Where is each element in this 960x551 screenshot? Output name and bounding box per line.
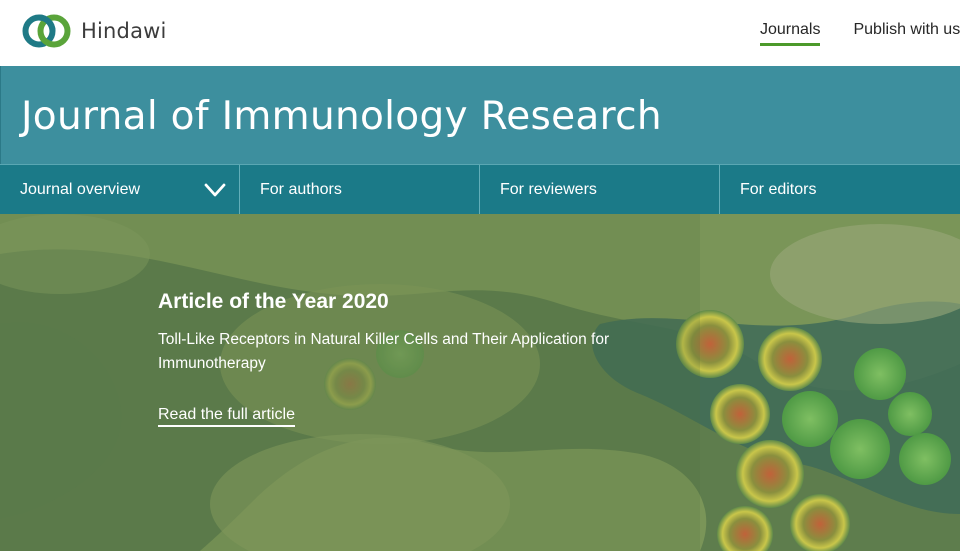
hero-heading: Article of the Year 2020: [158, 290, 389, 313]
journal-nav-overview-label: Journal overview: [20, 181, 141, 198]
journal-nav-overview[interactable]: Journal overview: [0, 165, 240, 214]
hero-article-title: Toll-Like Receptors in Natural Killer Ce…: [158, 331, 610, 372]
top-nav: Journals Publish with us: [760, 20, 960, 46]
journal-title[interactable]: Journal of Immunology Research: [21, 94, 662, 139]
hero-content: Article of the Year 2020 Toll-Like Recep…: [158, 290, 678, 427]
read-full-article-link[interactable]: Read the full article: [158, 406, 295, 427]
top-nav-journals[interactable]: Journals: [760, 20, 821, 46]
site-header: Hindawi Journals Publish with us: [0, 0, 960, 66]
journal-nav-authors[interactable]: For authors: [240, 165, 480, 214]
hindawi-logo[interactable]: Hindawi: [21, 11, 167, 51]
hindawi-rings-logo-icon: [22, 14, 71, 48]
top-nav-publish[interactable]: Publish with us: [853, 20, 960, 46]
chevron-down-icon: [204, 183, 226, 197]
journal-title-band: Journal of Immunology Research: [0, 66, 960, 164]
journal-nav-editors[interactable]: For editors: [720, 165, 960, 214]
brand-name: Hindawi: [81, 19, 167, 43]
hero-banner: Article of the Year 2020 Toll-Like Recep…: [0, 214, 960, 551]
journal-nav-reviewers[interactable]: For reviewers: [480, 165, 720, 214]
journal-nav: Journal overview For authors For reviewe…: [0, 164, 960, 214]
